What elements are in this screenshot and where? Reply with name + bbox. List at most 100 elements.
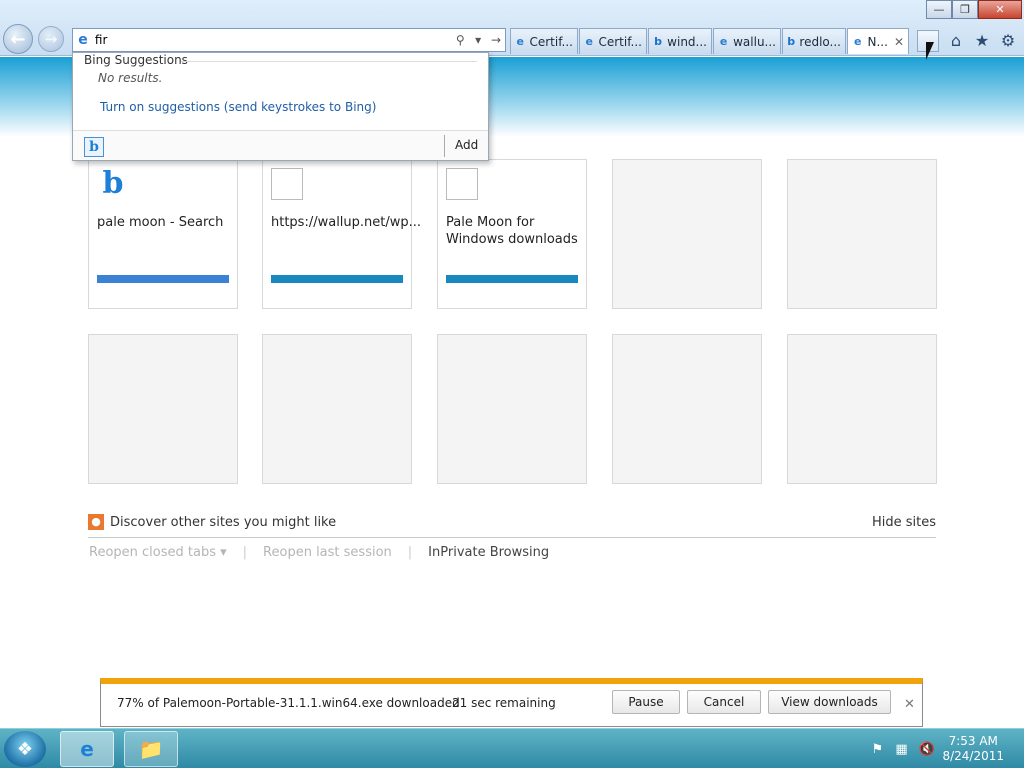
back-button[interactable]: ← xyxy=(3,24,33,54)
tile-title: pale moon - Search xyxy=(97,215,224,230)
reopen-closed-tabs-label: Reopen closed tabs xyxy=(89,545,216,560)
chevron-down-icon: ▾ xyxy=(220,545,227,560)
forward-button[interactable]: → xyxy=(38,26,64,52)
close-window-button[interactable]: ✕ xyxy=(978,0,1022,19)
tile-activity-bar xyxy=(446,275,578,283)
folder-icon: 📁 xyxy=(138,737,164,761)
discover-sites-bar: ● Discover other sites you might like Hi… xyxy=(88,514,936,538)
tab-redlo[interactable]: b redlo... xyxy=(782,28,846,54)
address-suggestions-dropdown: Bing Suggestions No results. Turn on sug… xyxy=(72,52,489,161)
bing-icon: b xyxy=(97,168,129,200)
restore-button[interactable]: ❐ xyxy=(952,0,978,19)
chevron-down-icon[interactable]: ▾ xyxy=(469,33,487,47)
taskbar: ❖ e 📁 ⚑ ▦ 🔇 7:53 AM 8/24/2011 xyxy=(0,728,1024,768)
download-status-text: 77% of Palemoon-Portable-31.1.1.win64.ex… xyxy=(117,696,460,710)
new-tab-links: Reopen closed tabs ▾ | Reopen last sessi… xyxy=(89,545,549,560)
add-provider-button[interactable]: Add xyxy=(455,138,478,152)
frequent-site-tile[interactable]: https://wallup.net/wp... xyxy=(262,159,422,309)
arrow-right-icon[interactable]: → xyxy=(487,33,505,47)
bing-icon: b xyxy=(654,35,663,48)
reopen-closed-tabs-link[interactable]: Reopen closed tabs ▾ xyxy=(89,545,227,560)
search-provider-bar: b Add xyxy=(73,130,488,160)
tab-label: N... xyxy=(867,34,888,49)
start-button[interactable]: ❖ xyxy=(4,731,46,767)
cancel-button[interactable]: Cancel xyxy=(687,690,761,714)
reopen-last-session-link[interactable]: Reopen last session xyxy=(263,545,392,560)
window-controls: — ❐ ✕ xyxy=(926,0,1022,20)
frequent-site-tile[interactable]: Pale Moon for Windows downloads xyxy=(437,159,587,309)
blank-page-icon xyxy=(446,168,478,200)
separator: | xyxy=(242,545,248,560)
browser-chrome: — ❐ ✕ ← → e ⚲ ▾ → e Certif... e Certif..… xyxy=(0,0,1024,56)
empty-tile xyxy=(612,334,762,484)
tab-label: Certif... xyxy=(529,34,573,49)
bing-icon[interactable]: b xyxy=(84,137,104,157)
network-icon[interactable]: ▦ xyxy=(894,742,908,757)
mouse-cursor-icon xyxy=(926,42,934,60)
divider xyxy=(444,135,445,157)
tab-wind[interactable]: b wind... xyxy=(648,28,712,54)
ie-icon: e xyxy=(585,35,593,48)
clock-date: 8/24/2011 xyxy=(942,749,1004,763)
suggestions-header: Bing Suggestions xyxy=(84,53,188,67)
pause-button[interactable]: Pause xyxy=(612,690,680,714)
hide-sites-link[interactable]: Hide sites xyxy=(872,515,936,530)
blank-page-icon xyxy=(271,168,303,200)
lightbulb-icon: ● xyxy=(88,514,104,530)
no-results-text: No results. xyxy=(98,71,163,85)
empty-tile xyxy=(437,334,587,484)
empty-tile xyxy=(787,334,937,484)
minimize-icon: — xyxy=(933,3,945,16)
tab-close-icon[interactable]: ✕ xyxy=(894,35,904,49)
tab-certif-1[interactable]: e Certif... xyxy=(510,28,578,54)
ie-icon: e xyxy=(719,35,728,48)
empty-tile xyxy=(88,334,238,484)
tile-title: Pale Moon for Windows downloads xyxy=(446,215,578,247)
arrow-right-icon: → xyxy=(44,30,58,48)
inprivate-browsing-link[interactable]: InPrivate Browsing xyxy=(428,545,549,560)
restore-icon: ❐ xyxy=(960,3,970,16)
ie-icon: e xyxy=(854,35,862,48)
download-remaining-text: 21 sec remaining xyxy=(452,696,556,710)
address-input[interactable] xyxy=(92,30,452,50)
arrow-left-icon: ← xyxy=(10,28,26,50)
empty-tile xyxy=(262,334,412,484)
star-icon[interactable]: ★ xyxy=(972,30,992,50)
discover-label[interactable]: Discover other sites you might like xyxy=(110,515,336,530)
address-bar: e ⚲ ▾ → xyxy=(72,28,506,52)
clock-time: 7:53 AM xyxy=(948,734,998,748)
flag-icon[interactable]: ⚑ xyxy=(870,742,884,757)
system-tray: ⚑ ▦ 🔇 7:53 AM 8/24/2011 xyxy=(870,734,1004,764)
taskbar-internet-explorer[interactable]: e xyxy=(60,731,114,767)
ie-icon: e xyxy=(80,737,94,761)
windows-logo-icon: ❖ xyxy=(16,738,34,760)
tab-strip: e Certif... e Certif... b wind... e wall… xyxy=(510,28,910,54)
bing-icon: b xyxy=(787,35,796,48)
frequent-site-tile[interactable]: b pale moon - Search xyxy=(88,159,238,309)
tab-label: redlo... xyxy=(799,34,841,49)
tab-certif-2[interactable]: e Certif... xyxy=(579,28,647,54)
command-icons: ⌂ ★ ⚙ xyxy=(946,30,1018,50)
tile-title: https://wallup.net/wp... xyxy=(271,215,422,230)
download-notification-bar: 77% of Palemoon-Portable-31.1.1.win64.ex… xyxy=(100,678,923,727)
empty-tile xyxy=(612,159,762,309)
search-icon[interactable]: ⚲ xyxy=(451,33,469,47)
tab-new-active[interactable]: e N... ✕ xyxy=(847,28,909,54)
taskbar-file-explorer[interactable]: 📁 xyxy=(124,731,178,767)
ie-icon: e xyxy=(516,35,524,48)
tab-label: wallu... xyxy=(733,34,776,49)
turn-on-suggestions-link[interactable]: Turn on suggestions (send keystrokes to … xyxy=(100,100,376,114)
view-downloads-button[interactable]: View downloads xyxy=(768,690,891,714)
close-icon[interactable]: ✕ xyxy=(904,697,915,712)
clock[interactable]: 7:53 AM 8/24/2011 xyxy=(942,734,1004,764)
minimize-button[interactable]: — xyxy=(926,0,952,19)
empty-tile xyxy=(787,159,937,309)
ie-icon: e xyxy=(78,32,88,48)
gear-icon[interactable]: ⚙ xyxy=(998,30,1018,50)
tab-wallu[interactable]: e wallu... xyxy=(713,28,781,54)
tab-label: wind... xyxy=(667,34,707,49)
home-icon[interactable]: ⌂ xyxy=(946,30,966,50)
close-icon: ✕ xyxy=(995,3,1005,16)
volume-muted-icon[interactable]: 🔇 xyxy=(918,742,934,757)
tile-activity-bar xyxy=(97,275,229,283)
